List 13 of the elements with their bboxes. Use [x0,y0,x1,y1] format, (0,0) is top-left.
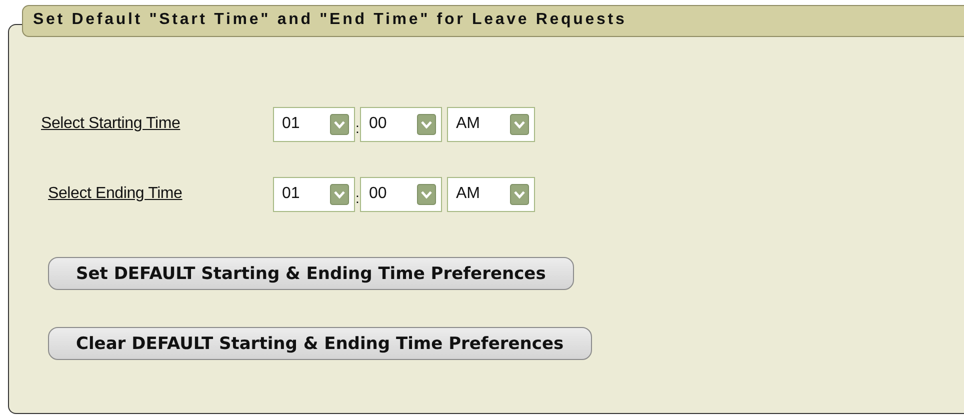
time-label: Select Ending Time [48,185,184,203]
minute-select[interactable]: 00 [360,176,442,212]
time-separator: : [355,119,360,136]
preferences-button[interactable]: Clear DEFAULT Starting & Ending Time Preferences [48,327,592,360]
time-separator: : [355,189,360,206]
hour-select[interactable]: 01 [273,106,355,142]
meridiem-select[interactable]: AM [447,176,535,212]
hour-select[interactable]: 01 [273,176,355,212]
time-label: Select Starting Time [41,115,182,133]
meridiem-select[interactable]: AM [447,106,535,142]
panel-title: Set Default "Start Time" and "End Time" for Leave Requests [22,5,964,37]
preferences-button[interactable]: Set DEFAULT Starting & Ending Time Preferences [48,257,574,290]
minute-select[interactable]: 00 [360,106,442,142]
